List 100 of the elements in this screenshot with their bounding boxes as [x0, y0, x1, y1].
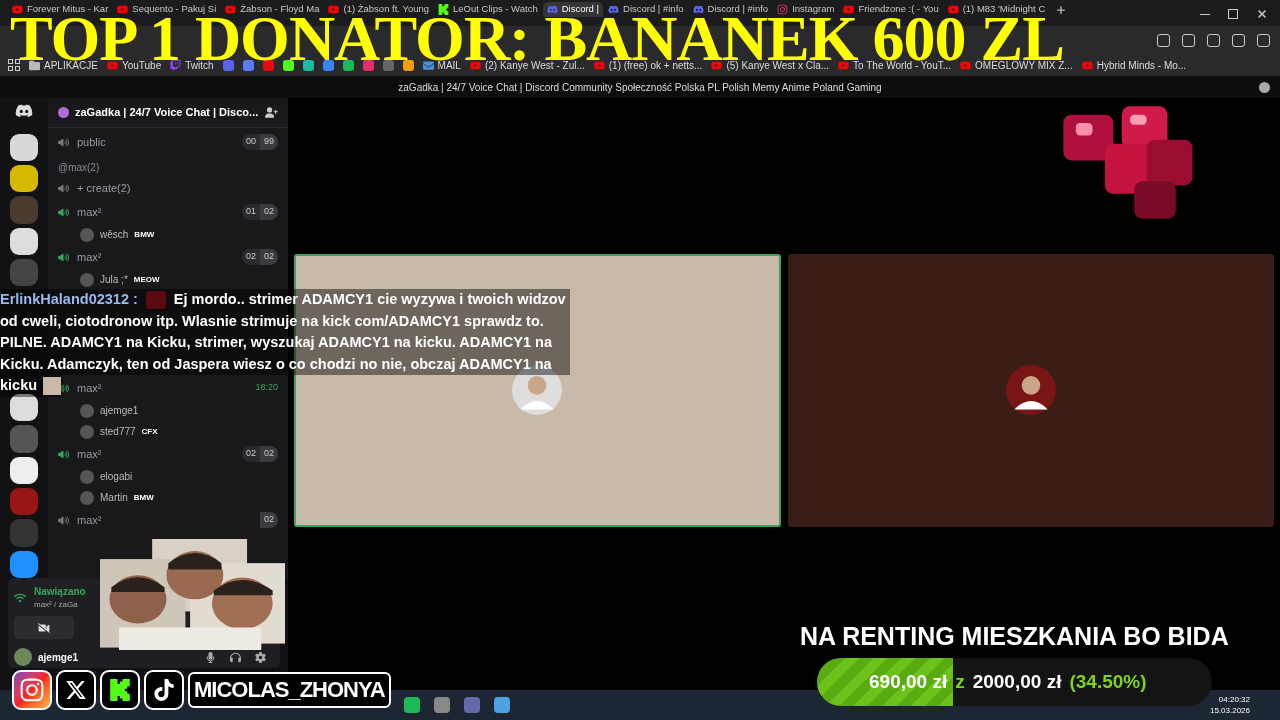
browser-tab[interactable]: Discord | #info	[604, 2, 688, 17]
member-name[interactable]: ajemge1	[100, 403, 139, 418]
bookmark-icon[interactable]	[302, 59, 314, 71]
speaker-icon	[58, 206, 69, 218]
user-name: ajemge1	[38, 650, 79, 665]
bookmark-icon[interactable]	[262, 59, 274, 71]
youtube-icon	[328, 4, 340, 15]
minimize-icon[interactable]	[1200, 13, 1210, 15]
folder-icon	[29, 59, 40, 71]
member-name[interactable]: sted777	[100, 424, 136, 439]
member-name[interactable]: wěsch	[100, 227, 129, 242]
taskbar-app-icon[interactable]	[434, 697, 450, 713]
tiktok-icon	[144, 670, 184, 710]
voice-status: Nawiązano	[34, 585, 86, 599]
avatar-icon	[1005, 365, 1056, 415]
browser-tab[interactable]: Żabson - Floyd Ma	[221, 2, 324, 17]
server-icon[interactable]	[10, 550, 38, 578]
server-icon[interactable]	[10, 227, 38, 255]
video-tile[interactable]	[787, 253, 1274, 527]
apps-icon[interactable]	[8, 59, 20, 71]
chat-message-line: kicku	[0, 376, 38, 395]
extension-icon[interactable]	[1257, 33, 1270, 47]
server-icon[interactable]	[10, 456, 38, 484]
category-label[interactable]: @max(2)	[58, 158, 278, 176]
user-avatar	[80, 227, 94, 242]
goal-percent: (34.50%)	[1069, 669, 1147, 694]
browser-tab[interactable]: (1) Żabson ft. Young	[324, 2, 434, 17]
youtube-icon	[12, 4, 23, 15]
server-name[interactable]: zaGadka | 24/7 Voice Chat | Disco...	[75, 104, 259, 121]
youtube-icon	[225, 4, 237, 15]
browser-tab[interactable]: Forever Mitus - Kar	[8, 2, 113, 17]
browser-tab[interactable]: LeOut Clips - Watch	[434, 2, 542, 17]
voice-channel[interactable]: max²	[77, 248, 102, 266]
voice-channel[interactable]: max²	[77, 511, 102, 529]
user-avatar	[80, 424, 94, 439]
extension-icon[interactable]	[1182, 33, 1195, 47]
invite-icon[interactable]	[265, 106, 278, 119]
member-name[interactable]: elogabi	[100, 469, 133, 484]
browser-tab[interactable]: Instagram	[773, 2, 839, 17]
speaker-icon	[58, 182, 69, 194]
youtube-icon	[593, 59, 605, 71]
server-icon	[58, 107, 69, 118]
member-name[interactable]: Jula ;*	[100, 272, 128, 287]
page-title: zaGadka | 24/7 Voice Chat | Discord Community Społeczność Polska PL Polish Memy Anime Poland Gaming	[398, 80, 882, 95]
close-icon[interactable]	[1256, 8, 1268, 20]
bookmark-icon[interactable]	[382, 59, 394, 71]
restore-icon[interactable]	[1228, 9, 1238, 19]
bookmark[interactable]: Hybrid Minds - Mo...	[1081, 57, 1187, 73]
bookmark-icon[interactable]	[402, 59, 414, 71]
speaker-icon	[58, 136, 69, 148]
discord-icon[interactable]	[15, 102, 33, 120]
browser-tab[interactable]: Sequento - Pakuj Si	[113, 2, 221, 17]
voice-channel[interactable]: max²	[77, 203, 102, 221]
streamer-handle: MICOLAS_ZHONYA	[188, 672, 391, 708]
clock-time: 04:20:32	[1218, 694, 1250, 705]
server-icon[interactable]	[10, 133, 38, 161]
voice-channel[interactable]: public	[77, 133, 106, 151]
browser-tab[interactable]: Friendzone :( - You	[839, 2, 943, 17]
speaker-icon	[58, 448, 69, 460]
goal-target: 2000,00 zł	[972, 669, 1062, 694]
new-tab-icon[interactable]	[1056, 5, 1067, 15]
help-icon[interactable]	[1259, 81, 1270, 93]
voice-channel[interactable]: + create(2)	[77, 179, 131, 197]
discord-icon	[608, 4, 619, 15]
instagram-icon	[12, 670, 52, 710]
server-icon[interactable]	[10, 393, 38, 422]
server-icon[interactable]	[10, 164, 38, 193]
goal-title: NA RENTING MIESZKANIA BO BIDA	[800, 621, 1229, 652]
voice-channel[interactable]: max²	[77, 445, 102, 463]
taskbar-app-icon[interactable]	[404, 697, 420, 713]
user-count: 00	[241, 134, 260, 150]
extension-icon[interactable]	[1207, 33, 1220, 47]
headphones-icon[interactable]	[230, 651, 241, 663]
taskbar-app-icon[interactable]	[494, 697, 510, 713]
member-name[interactable]: Martin	[100, 490, 128, 505]
bookmark-icon[interactable]	[362, 59, 374, 71]
bookmark-icon[interactable]	[322, 59, 334, 71]
instagram-icon	[777, 4, 789, 15]
browser-tab[interactable]: Discord |	[542, 2, 603, 17]
user-avatar	[80, 469, 94, 484]
browser-tab[interactable]: Discord | #info	[688, 2, 773, 17]
settings-icon[interactable]	[255, 651, 266, 663]
microphone-icon[interactable]	[205, 651, 216, 663]
youtube-icon	[838, 59, 850, 71]
camera-button[interactable]	[14, 616, 74, 640]
extension-icon[interactable]	[1232, 33, 1245, 47]
duration-text: 18:20	[255, 381, 278, 395]
kick-icon	[438, 4, 450, 15]
discord-icon	[546, 4, 558, 15]
clock-date: 15.03.2026	[1209, 705, 1250, 716]
voice-channel[interactable]: max²	[77, 379, 102, 397]
twitch-icon	[170, 59, 182, 71]
browser-tab[interactable]: (1) M83 'Midnight C	[943, 2, 1050, 17]
bookmark-icon[interactable]	[282, 59, 294, 71]
bookmark-icon[interactable]	[342, 59, 354, 71]
extension-icon[interactable]	[1157, 33, 1170, 47]
speaker-icon	[58, 251, 69, 263]
youtube-icon	[947, 4, 959, 15]
speaker-icon	[58, 514, 69, 526]
member-tag: MEOW	[133, 273, 160, 286]
